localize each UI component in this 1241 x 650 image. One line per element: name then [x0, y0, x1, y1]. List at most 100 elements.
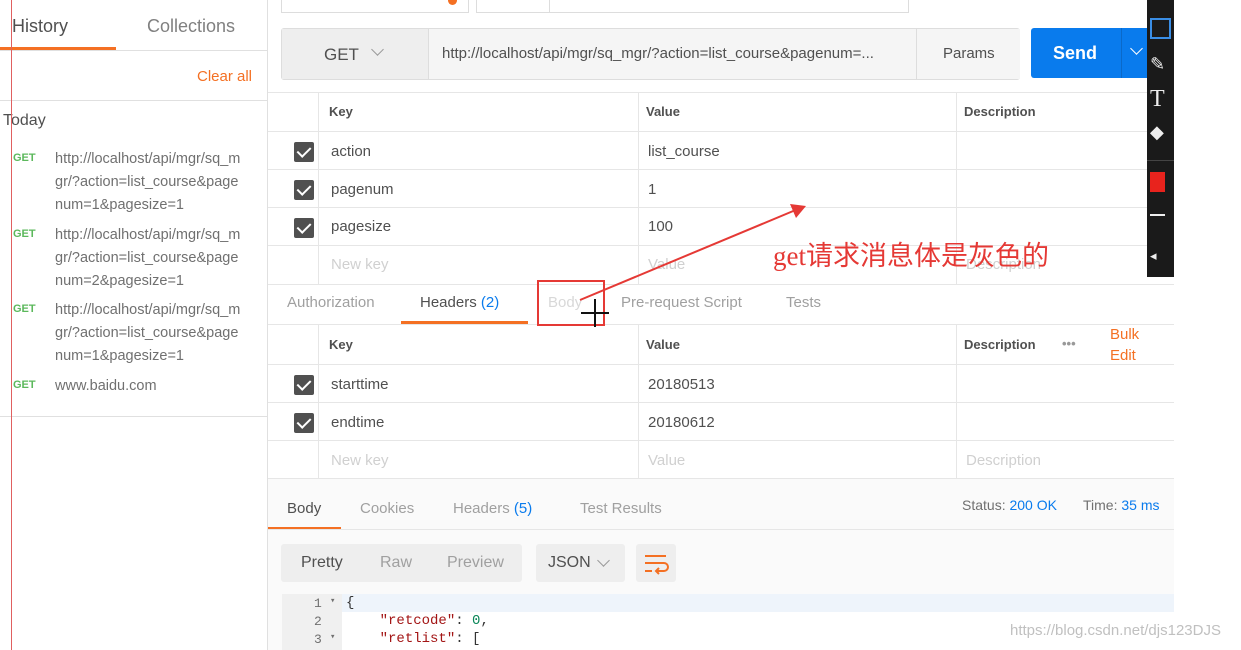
- header-checkbox[interactable]: [294, 375, 314, 395]
- param-checkbox[interactable]: [294, 142, 314, 162]
- header-value[interactable]: 20180513: [648, 376, 715, 393]
- param-checkbox[interactable]: [294, 180, 314, 200]
- view-pretty-button[interactable]: Pretty: [301, 554, 343, 572]
- bulk-edit-line1: Bulk: [1110, 326, 1140, 343]
- new-description-input[interactable]: Description: [966, 452, 1041, 469]
- param-value[interactable]: list_course: [648, 143, 720, 160]
- status-value: 200 OK: [1009, 497, 1057, 513]
- headers-count-badge: (2): [480, 294, 500, 311]
- active-line-highlight: [282, 594, 1174, 612]
- new-key-input[interactable]: New key: [331, 256, 389, 273]
- tab-headers[interactable]: Headers (2): [420, 294, 499, 311]
- divider: [956, 324, 957, 478]
- new-tab-button[interactable]: [476, 0, 550, 13]
- status-label: Status:: [962, 497, 1006, 513]
- rectangle-tool-icon[interactable]: [1150, 18, 1171, 39]
- code-line: "retlist": [: [346, 631, 481, 647]
- url-input[interactable]: http://localhost/api/mgr/sq_mgr/?action=…: [442, 45, 874, 62]
- method-badge: GET: [13, 152, 36, 164]
- more-options-icon[interactable]: •••: [1062, 336, 1076, 351]
- time-label: Time:: [1083, 497, 1118, 513]
- chevron-down-icon[interactable]: [1130, 42, 1143, 55]
- divider: [0, 100, 267, 101]
- tab-cookies[interactable]: Cookies: [360, 500, 414, 517]
- time-indicator: Time: 35 ms: [1083, 497, 1160, 513]
- column-header-value: Value: [646, 104, 680, 119]
- code-line: {: [346, 595, 355, 611]
- param-value[interactable]: 1: [648, 181, 656, 198]
- tab-response-headers[interactable]: Headers (5): [453, 500, 532, 517]
- history-url: http://localhost/api/mgr/sq_mgr/?action=…: [55, 227, 241, 289]
- color-swatch-red[interactable]: [1150, 172, 1165, 192]
- fold-arrow-icon[interactable]: ▾: [330, 632, 335, 642]
- json-key: "retlist": [379, 631, 456, 647]
- param-key[interactable]: action: [331, 143, 371, 160]
- view-mode-toggle: Pretty Raw Preview: [281, 544, 522, 582]
- bulk-edit-line2: Edit: [1110, 347, 1136, 364]
- screen-edge: [1174, 0, 1241, 650]
- json-number: 0: [472, 613, 481, 629]
- divider: [268, 440, 1174, 441]
- request-tab[interactable]: [281, 0, 469, 13]
- tab-authorization[interactable]: Authorization: [287, 294, 375, 311]
- line-width-icon[interactable]: [1150, 214, 1165, 216]
- method-select[interactable]: GET: [282, 29, 429, 79]
- header-key[interactable]: endtime: [331, 414, 384, 431]
- send-button[interactable]: Send: [1031, 28, 1156, 78]
- divider: [268, 169, 1174, 170]
- column-header-key: Key: [329, 337, 353, 352]
- new-value-input[interactable]: Value: [648, 452, 685, 469]
- header-value[interactable]: 20180612: [648, 414, 715, 431]
- method-badge: GET: [13, 379, 36, 391]
- line-number: 1: [314, 596, 322, 611]
- param-key[interactable]: pagesize: [331, 218, 391, 235]
- divider: [1121, 28, 1122, 78]
- code-line: "retcode": 0,: [379, 613, 489, 629]
- history-url: www.baidu.com: [55, 378, 157, 394]
- params-button[interactable]: Params: [916, 29, 1020, 79]
- divider: [268, 131, 1174, 132]
- status-indicator: Status: 200 OK: [962, 497, 1057, 513]
- clear-all-link[interactable]: Clear all: [197, 68, 252, 85]
- column-header-value: Value: [646, 337, 680, 352]
- divider: [268, 92, 1174, 93]
- collapse-arrow-icon[interactable]: ◂: [1150, 248, 1171, 272]
- tab-headers-label: Headers: [420, 294, 477, 311]
- column-header-key: Key: [329, 104, 353, 119]
- view-raw-button[interactable]: Raw: [380, 554, 412, 572]
- bulk-edit-link[interactable]: Bulk Edit: [1110, 324, 1139, 366]
- param-checkbox[interactable]: [294, 218, 314, 238]
- method-label: GET: [324, 45, 359, 64]
- header-checkbox[interactable]: [294, 413, 314, 433]
- marker-tool-icon[interactable]: ✎: [1150, 54, 1171, 78]
- eraser-tool-icon[interactable]: ◆: [1150, 122, 1171, 146]
- param-key[interactable]: pagenum: [331, 181, 394, 198]
- new-key-input[interactable]: New key: [331, 452, 389, 469]
- wrap-lines-button[interactable]: [636, 544, 676, 582]
- drawing-toolbar: ✎ T ◆ ◂: [1147, 0, 1174, 277]
- tab-collections[interactable]: Collections: [147, 16, 235, 37]
- view-preview-button[interactable]: Preview: [447, 554, 504, 572]
- column-header-description: Description: [964, 337, 1036, 352]
- divider: [0, 50, 267, 51]
- format-select[interactable]: JSON: [536, 544, 625, 582]
- divider: [638, 324, 639, 478]
- sidebar: History Collections Clear all Today GET …: [0, 0, 268, 650]
- history-group-today: Today: [3, 112, 46, 129]
- request-bar: GET http://localhost/api/mgr/sq_mgr/?act…: [281, 28, 1020, 80]
- guide-line: [11, 0, 12, 650]
- tab-test-results[interactable]: Test Results: [580, 500, 662, 517]
- tab-response-body[interactable]: Body: [287, 500, 321, 517]
- tab-history[interactable]: History: [12, 16, 68, 37]
- fold-arrow-icon[interactable]: ▾: [330, 596, 335, 606]
- history-url: http://localhost/api/mgr/sq_mgr/?action=…: [55, 151, 241, 213]
- response-headers-count-badge: (5): [513, 500, 533, 517]
- divider: [268, 324, 1174, 325]
- chevron-down-icon: [371, 43, 384, 56]
- divider: [0, 416, 267, 417]
- divider: [1147, 160, 1174, 161]
- json-punctuation: : [: [455, 631, 481, 647]
- params-label: Params: [943, 45, 995, 62]
- text-tool-icon[interactable]: T: [1150, 86, 1171, 112]
- header-key[interactable]: starttime: [331, 376, 389, 393]
